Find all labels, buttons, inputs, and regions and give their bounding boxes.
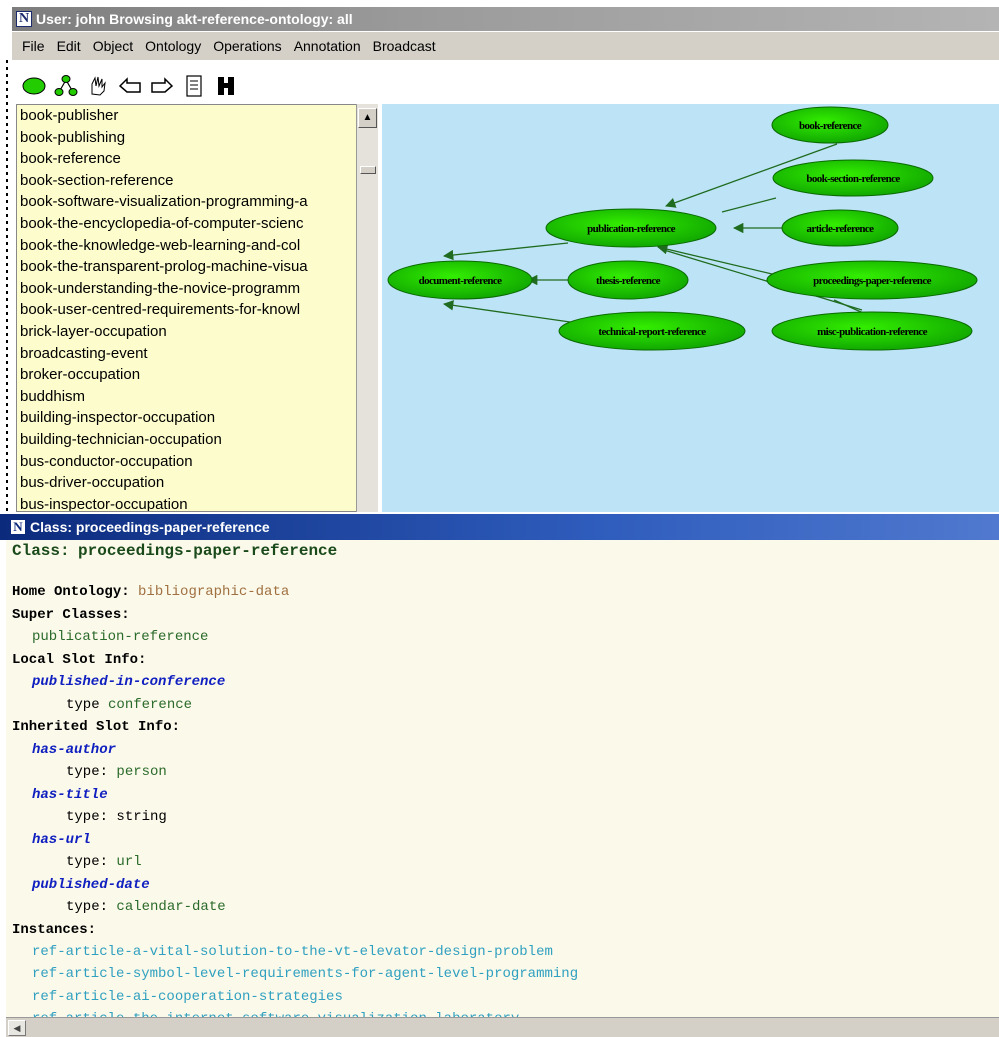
instance-link[interactable]: ref-article-ai-cooperation-strategies bbox=[32, 989, 343, 1005]
list-item[interactable]: broker-occupation bbox=[17, 364, 377, 386]
node-label: book-section-reference bbox=[806, 173, 900, 185]
node-label: book-reference bbox=[799, 120, 862, 132]
list-item[interactable]: book-user-centred-requirements-for-knowl bbox=[17, 299, 377, 321]
slot-type-row: type: url bbox=[66, 854, 142, 870]
node-proceedings-paper-reference[interactable]: proceedings-paper-reference bbox=[766, 260, 978, 300]
node-thesis-reference[interactable]: thesis-reference bbox=[567, 260, 689, 300]
node-book-section-reference[interactable]: book-section-reference bbox=[772, 159, 934, 197]
list-item[interactable]: book-software-visualization-programming-… bbox=[17, 191, 377, 213]
list-item[interactable]: book-section-reference bbox=[17, 170, 377, 192]
node-book-reference[interactable]: book-reference bbox=[771, 106, 889, 144]
document-icon[interactable] bbox=[182, 74, 206, 98]
node-label: document-reference bbox=[419, 275, 503, 287]
slot-link[interactable]: has-title bbox=[32, 787, 108, 803]
menu-bar: File Edit Object Ontology Operations Ann… bbox=[12, 32, 999, 60]
local-slot-label: Local Slot Info: bbox=[12, 652, 147, 668]
horizontal-scrollbar[interactable]: ◀ bbox=[6, 1017, 999, 1037]
ontology-graph[interactable]: book-reference book-section-reference pu… bbox=[382, 104, 999, 512]
class-details: Class: proceedings-paper-reference Home … bbox=[6, 540, 999, 1017]
list-item[interactable]: building-technician-occupation bbox=[17, 429, 377, 451]
arrow-left-icon[interactable] bbox=[118, 74, 142, 98]
slot-link[interactable]: published-date bbox=[32, 877, 150, 893]
node-publication-reference[interactable]: publication-reference bbox=[545, 208, 717, 248]
menu-object[interactable]: Object bbox=[93, 38, 133, 54]
node-label: publication-reference bbox=[587, 223, 676, 235]
menu-ontology[interactable]: Ontology bbox=[145, 38, 201, 54]
list-item[interactable]: book-understanding-the-novice-programm bbox=[17, 278, 377, 300]
node-technical-report-reference[interactable]: technical-report-reference bbox=[558, 311, 746, 351]
list-item[interactable]: brick-layer-occupation bbox=[17, 321, 377, 343]
toolbar bbox=[12, 60, 999, 102]
list-item[interactable]: book-publishing bbox=[17, 127, 377, 149]
class-heading: Class: proceedings-paper-reference bbox=[12, 542, 338, 560]
slot-link[interactable]: published-in-conference bbox=[32, 674, 225, 690]
menu-broadcast[interactable]: Broadcast bbox=[373, 38, 436, 54]
node-label: proceedings-paper-reference bbox=[813, 275, 932, 287]
menu-annotation[interactable]: Annotation bbox=[294, 38, 361, 54]
menu-file[interactable]: File bbox=[22, 38, 45, 54]
node-label: technical-report-reference bbox=[598, 326, 706, 338]
node-misc-publication-reference[interactable]: misc-publication-reference bbox=[771, 311, 973, 351]
list-item[interactable]: building-inspector-occupation bbox=[17, 407, 377, 429]
list-item[interactable]: bus-inspector-occupation bbox=[17, 494, 377, 511]
node-label: misc-publication-reference bbox=[817, 326, 928, 338]
slot-type-row: type: string bbox=[66, 809, 167, 825]
super-class-link[interactable]: publication-reference bbox=[32, 629, 208, 645]
list-item[interactable]: book-publisher bbox=[17, 105, 377, 127]
list-item[interactable]: book-the-encyclopedia-of-computer-scienc bbox=[17, 213, 377, 235]
slot-type-row: type conference bbox=[66, 697, 193, 713]
instance-link[interactable]: ref-article-symbol-level-requirements-fo… bbox=[32, 966, 578, 982]
instances-label: Instances: bbox=[12, 922, 97, 938]
slot-link[interactable]: has-url bbox=[32, 832, 91, 848]
list-item[interactable]: bus-driver-occupation bbox=[17, 472, 377, 494]
node-label: thesis-reference bbox=[596, 275, 661, 287]
inherited-slot-label: Inherited Slot Info: bbox=[12, 719, 181, 735]
node-document-reference[interactable]: document-reference bbox=[387, 260, 533, 300]
node-label: article-reference bbox=[807, 223, 875, 235]
hand-pointer-icon[interactable] bbox=[86, 74, 110, 98]
list-item[interactable]: book-the-knowledge-web-learning-and-col bbox=[17, 235, 377, 257]
home-ontology-row: Home Ontology: bibliographic-data bbox=[12, 584, 290, 600]
node-article-reference[interactable]: article-reference bbox=[781, 209, 899, 247]
arrow-right-icon[interactable] bbox=[150, 74, 174, 98]
edge-publication-to-document bbox=[442, 242, 569, 261]
list-scrollbar[interactable]: ▲ bbox=[356, 104, 378, 512]
class-window-title: Class: proceedings-paper-reference bbox=[30, 519, 270, 535]
window-titlebar[interactable]: N User: john Browsing akt-reference-onto… bbox=[12, 7, 999, 31]
class-window-titlebar[interactable]: N Class: proceedings-paper-reference bbox=[0, 514, 999, 540]
home-ontology-link[interactable]: bibliographic-data bbox=[138, 584, 289, 600]
app-icon: N bbox=[10, 519, 26, 535]
scroll-thumb[interactable] bbox=[360, 166, 376, 174]
scroll-left-arrow-icon[interactable]: ◀ bbox=[8, 1020, 26, 1036]
edge-book-section-to-publication bbox=[721, 197, 777, 213]
app-icon: N bbox=[16, 11, 32, 27]
list-item[interactable]: book-the-transparent-prolog-machine-visu… bbox=[17, 256, 377, 278]
list-item[interactable]: buddhism bbox=[17, 386, 377, 408]
tree-graph-icon[interactable] bbox=[54, 74, 78, 98]
slot-link[interactable]: has-author bbox=[32, 742, 116, 758]
slot-type-row: type: person bbox=[66, 764, 167, 780]
window-edge bbox=[6, 60, 8, 520]
menu-edit[interactable]: Edit bbox=[57, 38, 81, 54]
list-item[interactable]: broadcasting-event bbox=[17, 343, 377, 365]
list-item[interactable]: bus-conductor-occupation bbox=[17, 451, 377, 473]
window-title: User: john Browsing akt-reference-ontolo… bbox=[36, 11, 353, 27]
instance-link[interactable]: ref-article-a-vital-solution-to-the-vt-e… bbox=[32, 944, 553, 960]
edge-technical-to-document bbox=[442, 300, 571, 323]
scroll-up-arrow-icon[interactable]: ▲ bbox=[358, 108, 377, 128]
class-list[interactable]: book-publisher book-publishing book-refe… bbox=[16, 104, 378, 512]
menu-operations[interactable]: Operations bbox=[213, 38, 281, 54]
slot-type-row: type: calendar-date bbox=[66, 899, 226, 915]
list-item[interactable]: book-reference bbox=[17, 148, 377, 170]
super-classes-label: Super Classes: bbox=[12, 607, 130, 623]
h-icon[interactable] bbox=[214, 74, 238, 98]
ellipse-node-icon[interactable] bbox=[22, 74, 46, 98]
